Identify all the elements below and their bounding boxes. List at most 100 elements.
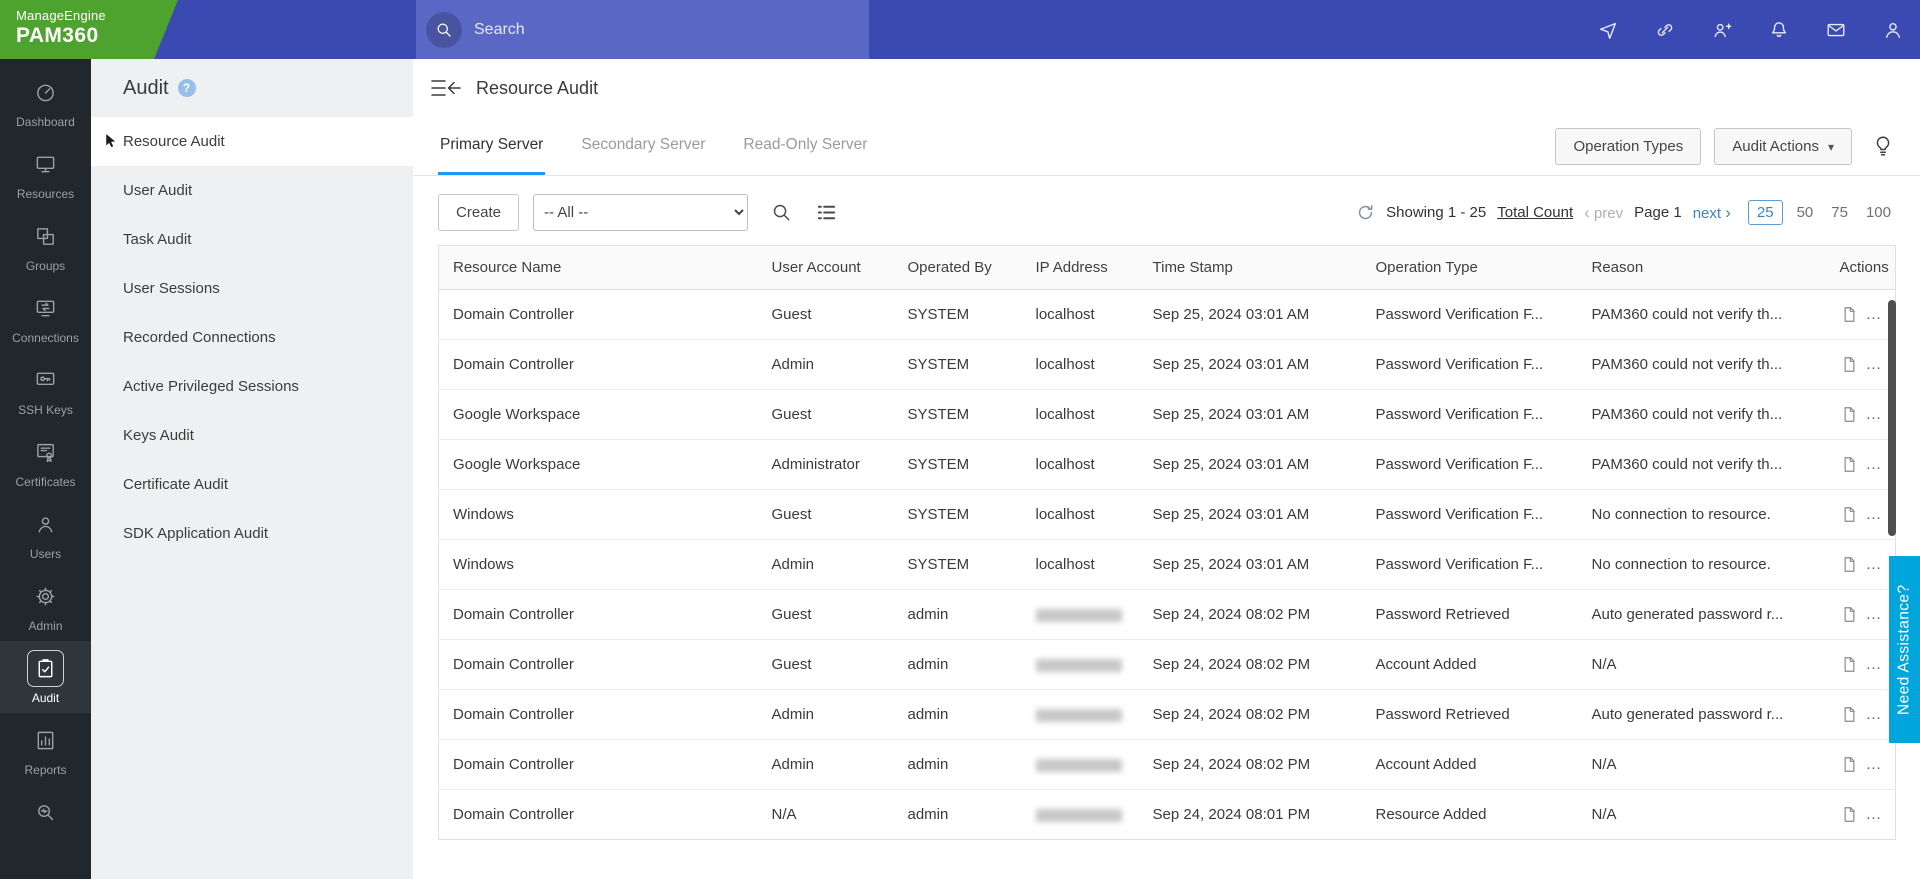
audit-help-icon[interactable]: ? [177, 79, 196, 97]
redacted-ip [1035, 658, 1122, 672]
nav-audit[interactable]: Audit [0, 641, 91, 713]
sidebar-item-recorded-connections[interactable]: Recorded Connections [91, 313, 413, 362]
record-details-icon[interactable] [1840, 555, 1859, 574]
cell-resource-name: Domain Controller [438, 739, 762, 790]
audit-actions-button[interactable]: Audit Actions ▾ [1714, 127, 1852, 165]
cell-operated-by: admin [897, 589, 1026, 640]
cell-operation-type: Password Retrieved [1365, 589, 1582, 640]
cell-time-stamp: Sep 24, 2024 08:02 PM [1142, 589, 1366, 640]
column-header-user-account[interactable]: User Account [761, 245, 898, 290]
mail-icon[interactable] [1825, 19, 1847, 41]
cell-actions: … [1829, 539, 1896, 590]
page-size-25[interactable]: 25 [1747, 200, 1783, 225]
record-details-icon[interactable] [1840, 405, 1859, 424]
record-details-icon[interactable] [1840, 455, 1859, 474]
cell-operated-by: SYSTEM [897, 389, 1026, 440]
sidebar-item-sdk-application-audit[interactable]: SDK Application Audit [91, 509, 413, 558]
sidebar-item-label: SDK Application Audit [123, 525, 269, 542]
cell-time-stamp: Sep 25, 2024 03:01 AM [1142, 389, 1366, 440]
sidebar-item-keys-audit[interactable]: Keys Audit [91, 411, 413, 460]
column-header-actions[interactable]: Actions [1829, 245, 1896, 290]
nav-certificates[interactable]: Certificates [0, 425, 91, 497]
record-details-icon[interactable] [1840, 505, 1859, 524]
sidebar-item-user-audit[interactable]: User Audit [91, 166, 413, 215]
collapse-panel-icon[interactable] [429, 77, 463, 99]
nav-ssh-keys[interactable]: SSH Keys [0, 353, 91, 425]
tab-primary-server[interactable]: Primary Server [438, 117, 546, 175]
row-more-icon[interactable]: … [1866, 756, 1882, 773]
sidebar-item-task-audit[interactable]: Task Audit [91, 215, 413, 264]
row-more-icon[interactable]: … [1866, 656, 1882, 673]
row-more-icon[interactable]: … [1866, 356, 1882, 373]
session-tracker-icon[interactable] [1597, 19, 1619, 41]
page-size-100[interactable]: 100 [1862, 201, 1895, 224]
nav-reports[interactable]: Reports [0, 713, 91, 785]
row-more-icon[interactable]: … [1866, 706, 1882, 723]
record-details-icon[interactable] [1840, 805, 1859, 824]
column-header-operated-by[interactable]: Operated By [897, 245, 1026, 290]
notifications-icon[interactable] [1768, 19, 1790, 41]
nav-dashboard[interactable]: Dashboard [0, 65, 91, 137]
filter-select[interactable]: -- All -- [533, 194, 749, 231]
sidebar-item-certificate-audit[interactable]: Certificate Audit [91, 460, 413, 509]
tab-read-only-server[interactable]: Read-Only Server [741, 117, 869, 175]
profile-icon[interactable] [1882, 19, 1904, 41]
record-details-icon[interactable] [1840, 305, 1859, 324]
record-details-icon[interactable] [1840, 655, 1859, 674]
nav-connections[interactable]: Connections [0, 281, 91, 353]
link-icon[interactable] [1654, 19, 1676, 41]
cell-operation-type: Password Verification F... [1365, 289, 1582, 340]
user-session-icon[interactable] [1711, 19, 1733, 41]
row-more-icon[interactable]: … [1866, 606, 1882, 623]
tab-secondary-server[interactable]: Secondary Server [579, 117, 707, 175]
row-more-icon[interactable]: … [1866, 556, 1882, 573]
column-header-reason[interactable]: Reason [1581, 245, 1830, 290]
column-header-operation-type[interactable]: Operation Type [1365, 245, 1582, 290]
cell-reason: N/A [1591, 806, 1617, 823]
need-assistance-tab[interactable]: Need Assistance? [1889, 556, 1920, 743]
next-page-link[interactable]: next › [1693, 203, 1731, 223]
search-icon[interactable] [426, 11, 462, 48]
cell-reason: No connection to resource. [1581, 489, 1830, 540]
total-count-link[interactable]: Total Count [1497, 204, 1573, 221]
cell-actions: … [1829, 739, 1896, 790]
column-header-ip-address[interactable]: IP Address [1025, 245, 1143, 290]
column-header-time-stamp[interactable]: Time Stamp [1142, 245, 1366, 290]
row-more-icon[interactable]: … [1866, 306, 1882, 323]
global-search-input[interactable] [474, 20, 869, 39]
record-details-icon[interactable] [1840, 705, 1859, 724]
nav-groups[interactable]: Groups [0, 209, 91, 281]
cell-ip-address [1025, 689, 1143, 740]
sidebar-item-user-sessions[interactable]: User Sessions [91, 264, 413, 313]
column-header-resource-name[interactable]: Resource Name [438, 245, 762, 290]
table-search-icon[interactable] [770, 201, 793, 224]
create-button[interactable]: Create [438, 194, 520, 231]
record-details-icon[interactable] [1840, 605, 1859, 624]
cell-user-account: Admin [761, 689, 898, 740]
row-more-icon[interactable]: … [1866, 506, 1882, 523]
brand-logo[interactable]: ManageEngine PAM360 [0, 0, 178, 59]
scrollbar-thumb[interactable] [1888, 300, 1896, 536]
record-details-icon[interactable] [1840, 355, 1859, 374]
column-chooser-icon[interactable] [815, 201, 838, 224]
table-row: Windows Guest SYSTEM localhost Sep 25, 2024 … [438, 489, 1896, 540]
record-details-icon[interactable] [1840, 755, 1859, 774]
nav-users[interactable]: Users [0, 497, 91, 569]
nav-label: Connections [12, 331, 79, 345]
nav-discover[interactable] [0, 785, 91, 843]
table-row: Windows Admin SYSTEM localhost Sep 25, 2024 … [438, 539, 1896, 590]
nav-admin[interactable]: Admin [0, 569, 91, 641]
row-more-icon[interactable]: … [1866, 406, 1882, 423]
cell-time-stamp: Sep 24, 2024 08:02 PM [1142, 689, 1366, 740]
sidebar-item-active-privileged-sessions[interactable]: Active Privileged Sessions [91, 362, 413, 411]
row-more-icon[interactable]: … [1866, 806, 1882, 823]
page-size-75[interactable]: 75 [1827, 201, 1852, 224]
prev-page-link[interactable]: ‹ prev [1584, 203, 1623, 223]
refresh-icon[interactable] [1356, 203, 1375, 222]
page-size-50[interactable]: 50 [1793, 201, 1818, 224]
row-more-icon[interactable]: … [1866, 456, 1882, 473]
help-lightbulb-icon[interactable] [1871, 134, 1895, 158]
operation-types-button[interactable]: Operation Types [1555, 127, 1702, 165]
sidebar-item-resource-audit[interactable]: Resource Audit [91, 117, 413, 166]
nav-resources[interactable]: Resources [0, 137, 91, 209]
